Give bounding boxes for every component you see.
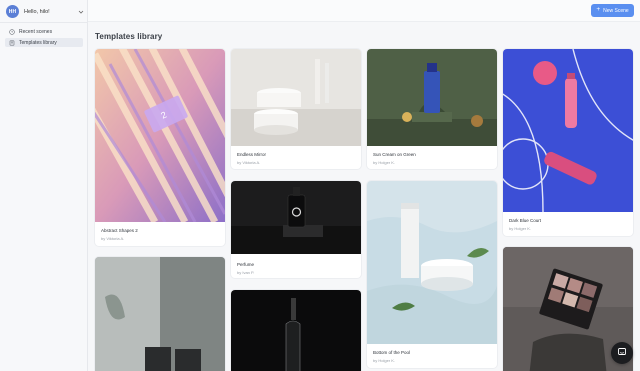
template-thumbnail: 2 — [95, 49, 225, 222]
template-card[interactable]: Sun Cream on Green by Holger K. — [367, 49, 497, 169]
sidebar: HH Hello, hilo! Recent scenes Templates … — [0, 0, 88, 371]
template-thumbnail — [503, 49, 633, 212]
new-scene-label: New Scene — [603, 7, 629, 14]
template-title: Abstract Shapes 2 — [101, 228, 138, 233]
template-card[interactable]: 2 Abstract Shapes 2 by Viktoria A. — [95, 49, 225, 246]
book-icon — [9, 40, 15, 46]
chat-icon — [617, 344, 627, 362]
template-author: by Viktoria A. — [237, 160, 261, 165]
template-thumbnail — [95, 257, 225, 371]
template-card[interactable] — [95, 257, 225, 371]
new-scene-button[interactable]: + New Scene — [591, 4, 634, 17]
plus-icon: + — [596, 6, 601, 14]
top-bar: + New Scene — [88, 0, 640, 22]
template-title: Endless Mirror — [237, 152, 267, 157]
sidebar-item-label: Templates library — [19, 39, 57, 46]
template-author: by Viktoria A. — [101, 236, 125, 241]
sidebar-item-recent-scenes[interactable]: Recent scenes — [5, 27, 83, 36]
template-card[interactable]: Bottom of the Pool by Holger K. — [367, 181, 497, 368]
template-author: by Holger K. — [373, 160, 396, 165]
chevron-down-icon — [78, 9, 84, 15]
template-thumbnail — [367, 49, 497, 146]
template-thumbnail — [367, 181, 497, 344]
sidebar-item-label: Recent scenes — [19, 28, 53, 35]
template-title: Sun Cream on Green — [373, 152, 416, 157]
sidebar-divider — [0, 22, 88, 23]
template-card[interactable] — [231, 290, 361, 371]
template-thumbnail — [231, 290, 361, 371]
account-switcher[interactable]: HH Hello, hilo! — [6, 4, 84, 19]
clock-icon — [9, 28, 15, 35]
sidebar-item-templates-library[interactable]: Templates library — [5, 38, 83, 47]
template-author: by Holger K. — [373, 358, 396, 363]
template-thumbnail — [231, 181, 361, 254]
template-author: by Holger K. — [509, 226, 532, 231]
template-thumbnail — [231, 49, 361, 146]
template-card[interactable]: Dark Blue Court by Holger K. — [503, 49, 633, 236]
avatar: HH — [6, 5, 19, 18]
page-title: Templates library — [95, 32, 163, 41]
template-title: Perfume — [237, 262, 255, 267]
template-card[interactable]: Perfume by Ivan P. — [231, 181, 361, 278]
template-title: Dark Blue Court — [509, 218, 542, 223]
template-author: by Ivan P. — [237, 270, 255, 275]
template-card[interactable]: Endless Mirror by Viktoria A. — [231, 49, 361, 169]
account-name: Hello, hilo! — [24, 8, 50, 15]
template-title: Bottom of the Pool — [373, 350, 411, 355]
chat-button[interactable] — [611, 342, 633, 364]
